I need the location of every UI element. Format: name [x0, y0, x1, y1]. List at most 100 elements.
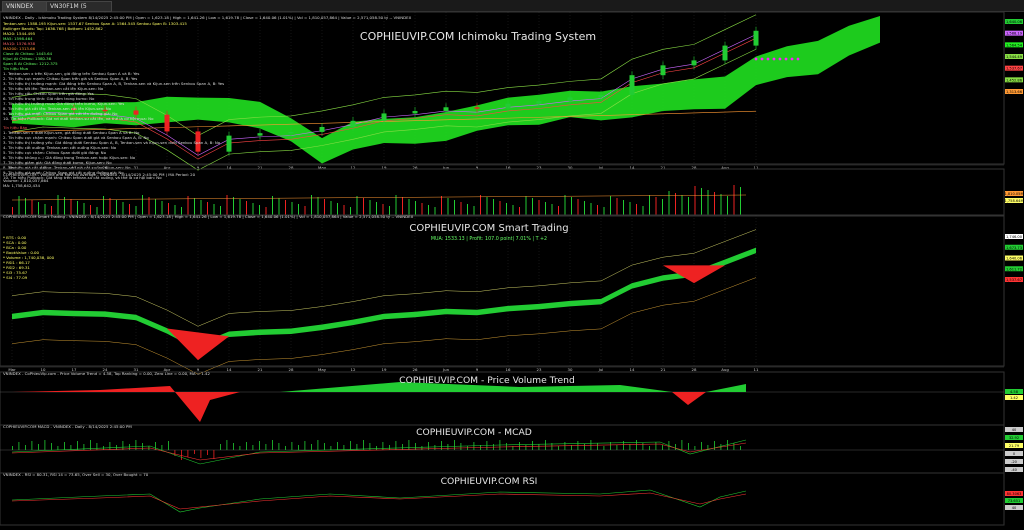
volume-bar-94: [623, 200, 624, 215]
volume-bar-48: [324, 199, 325, 215]
x-tick-23: Aug: [721, 367, 729, 372]
volume-bar-41: [278, 198, 280, 215]
scale-tag-2: 40: [1012, 506, 1017, 510]
candle-21: [660, 65, 666, 76]
volume-bar-91: [603, 207, 605, 215]
volume-header: COPHIEUVIP.COM - Volume and Moving Avera…: [3, 172, 196, 177]
volume-bar-55: [369, 200, 371, 215]
macd-hist-79: [525, 445, 527, 450]
volume-bar-85: [564, 195, 566, 215]
macd-hist-49: [330, 446, 332, 450]
volume-bar-111: [733, 185, 735, 215]
volume-bar-99: [655, 197, 657, 215]
candle-20: [629, 75, 635, 95]
volume-bar-106: [701, 188, 702, 215]
macd-hist-90: [597, 443, 598, 450]
volume-bar-92: [610, 196, 611, 215]
rsi-scale: 80.3063 73.651 40: [1005, 491, 1023, 510]
macd-hist-82: [545, 440, 546, 450]
macd-hist-76: [506, 443, 507, 450]
macd-hist-3: [31, 441, 33, 450]
macd-hist-26: [181, 450, 182, 460]
scale-tag-4: 1,537.67: [1006, 278, 1022, 282]
macd-hist-29: [200, 450, 202, 458]
volume-bar-102: [675, 193, 676, 215]
volume-bar-59: [395, 195, 397, 215]
macd-hist-40: [272, 440, 273, 450]
macd-hist-36: [246, 442, 247, 450]
volume-bar-82: [545, 202, 546, 215]
future-dot-5: [784, 57, 788, 61]
future-dot-0: [754, 57, 758, 61]
candle-22: [691, 60, 697, 66]
volume-bar-40: [272, 196, 273, 215]
volume-bar-20: [142, 195, 143, 215]
volume-bar-98: [649, 195, 650, 215]
volume-bar-93: [616, 198, 618, 215]
scale-tag-3: 1,611.72: [1006, 267, 1022, 271]
tab-vn30f1m-5min[interactable]: VN30F1M (5 minutes): [46, 1, 112, 19]
volume-bar-81: [538, 200, 540, 215]
macd-hist-5: [44, 440, 46, 450]
scale-tag-1: 73.651: [1008, 499, 1021, 503]
macd-hist-56: [376, 446, 377, 450]
scale-tag-2: 1,564.54: [1006, 43, 1023, 47]
volume-bar-76: [506, 203, 507, 215]
scale-tag-3: 1,544.49: [1006, 55, 1023, 59]
macd-hist-24: [168, 441, 169, 450]
volume-bar-105: [694, 186, 696, 215]
candle-17: [536, 101, 542, 104]
candle-15: [474, 107, 480, 109]
macd-hist-28: [194, 450, 195, 454]
volume-bar-78: [519, 207, 520, 215]
x-tick-10: May: [318, 367, 327, 372]
macd-hist-38: [259, 441, 260, 450]
volume-bar-101: [668, 191, 670, 215]
candle-5: [164, 114, 170, 132]
tab-vnindex-daily[interactable]: VNINDEX (Daily): [2, 1, 50, 19]
volume-bar-75: [499, 201, 501, 215]
volume-bar-15: [109, 198, 111, 215]
volume-bar-22: [155, 199, 156, 215]
scale-tag-1: 1,673.73: [1006, 246, 1022, 250]
volume-bar-90: [597, 205, 598, 215]
volume-bar-87: [577, 199, 579, 215]
scale-tag-4: -20: [1011, 460, 1018, 464]
window-tab-bar: VNINDEX (Daily) VN30F1M (5 minutes): [0, 0, 1024, 19]
macd-hist-112: [740, 446, 741, 450]
macd-hist-44: [298, 445, 299, 450]
macd-hist-84: [558, 446, 559, 450]
macd-hist-2: [25, 445, 26, 450]
scale-tag-4: 1,537.67: [1006, 67, 1022, 71]
x-tick-16: 16: [506, 367, 511, 372]
x-tick-18: 30: [568, 367, 573, 372]
candle-9: [288, 131, 294, 134]
macd-hist-81: [538, 444, 540, 450]
scale-tag-5: -40: [1011, 468, 1018, 472]
volume-bar-34: [233, 197, 234, 215]
volume-bar-96: [636, 204, 637, 215]
scale-tag-6: 1,313.66: [1006, 90, 1023, 94]
x-tick-7: 14: [227, 367, 232, 372]
candle-10: [319, 127, 325, 132]
scale-tag-0: 1,810.05M: [1004, 192, 1023, 196]
macd-hist-94: [623, 441, 624, 450]
macd-hist-30: [207, 450, 208, 455]
macd-hist-108: [714, 441, 715, 450]
candle-18: [567, 97, 573, 102]
chart-canvas[interactable]: VNINDEX - Daily - Ichimoku Trading Syste…: [0, 11, 1024, 526]
volume-bar-42: [285, 200, 286, 215]
x-tick-20: 14: [630, 367, 635, 372]
scale-tag-5: 1,452.86: [1006, 78, 1023, 82]
macd-hist-91: [603, 446, 605, 450]
macd-hist-42: [285, 446, 286, 450]
volume-bar-36: [246, 201, 247, 215]
macd-hist-39: [265, 444, 267, 450]
candle-11: [350, 120, 356, 127]
volume-bar-80: [532, 198, 533, 215]
macd-hist-104: [688, 443, 689, 450]
volume-bar-95: [629, 202, 631, 215]
volume-bar-61: [408, 199, 410, 215]
scale-tag-0: 4.58: [1010, 390, 1019, 394]
x-tick-13: 26: [413, 367, 418, 372]
